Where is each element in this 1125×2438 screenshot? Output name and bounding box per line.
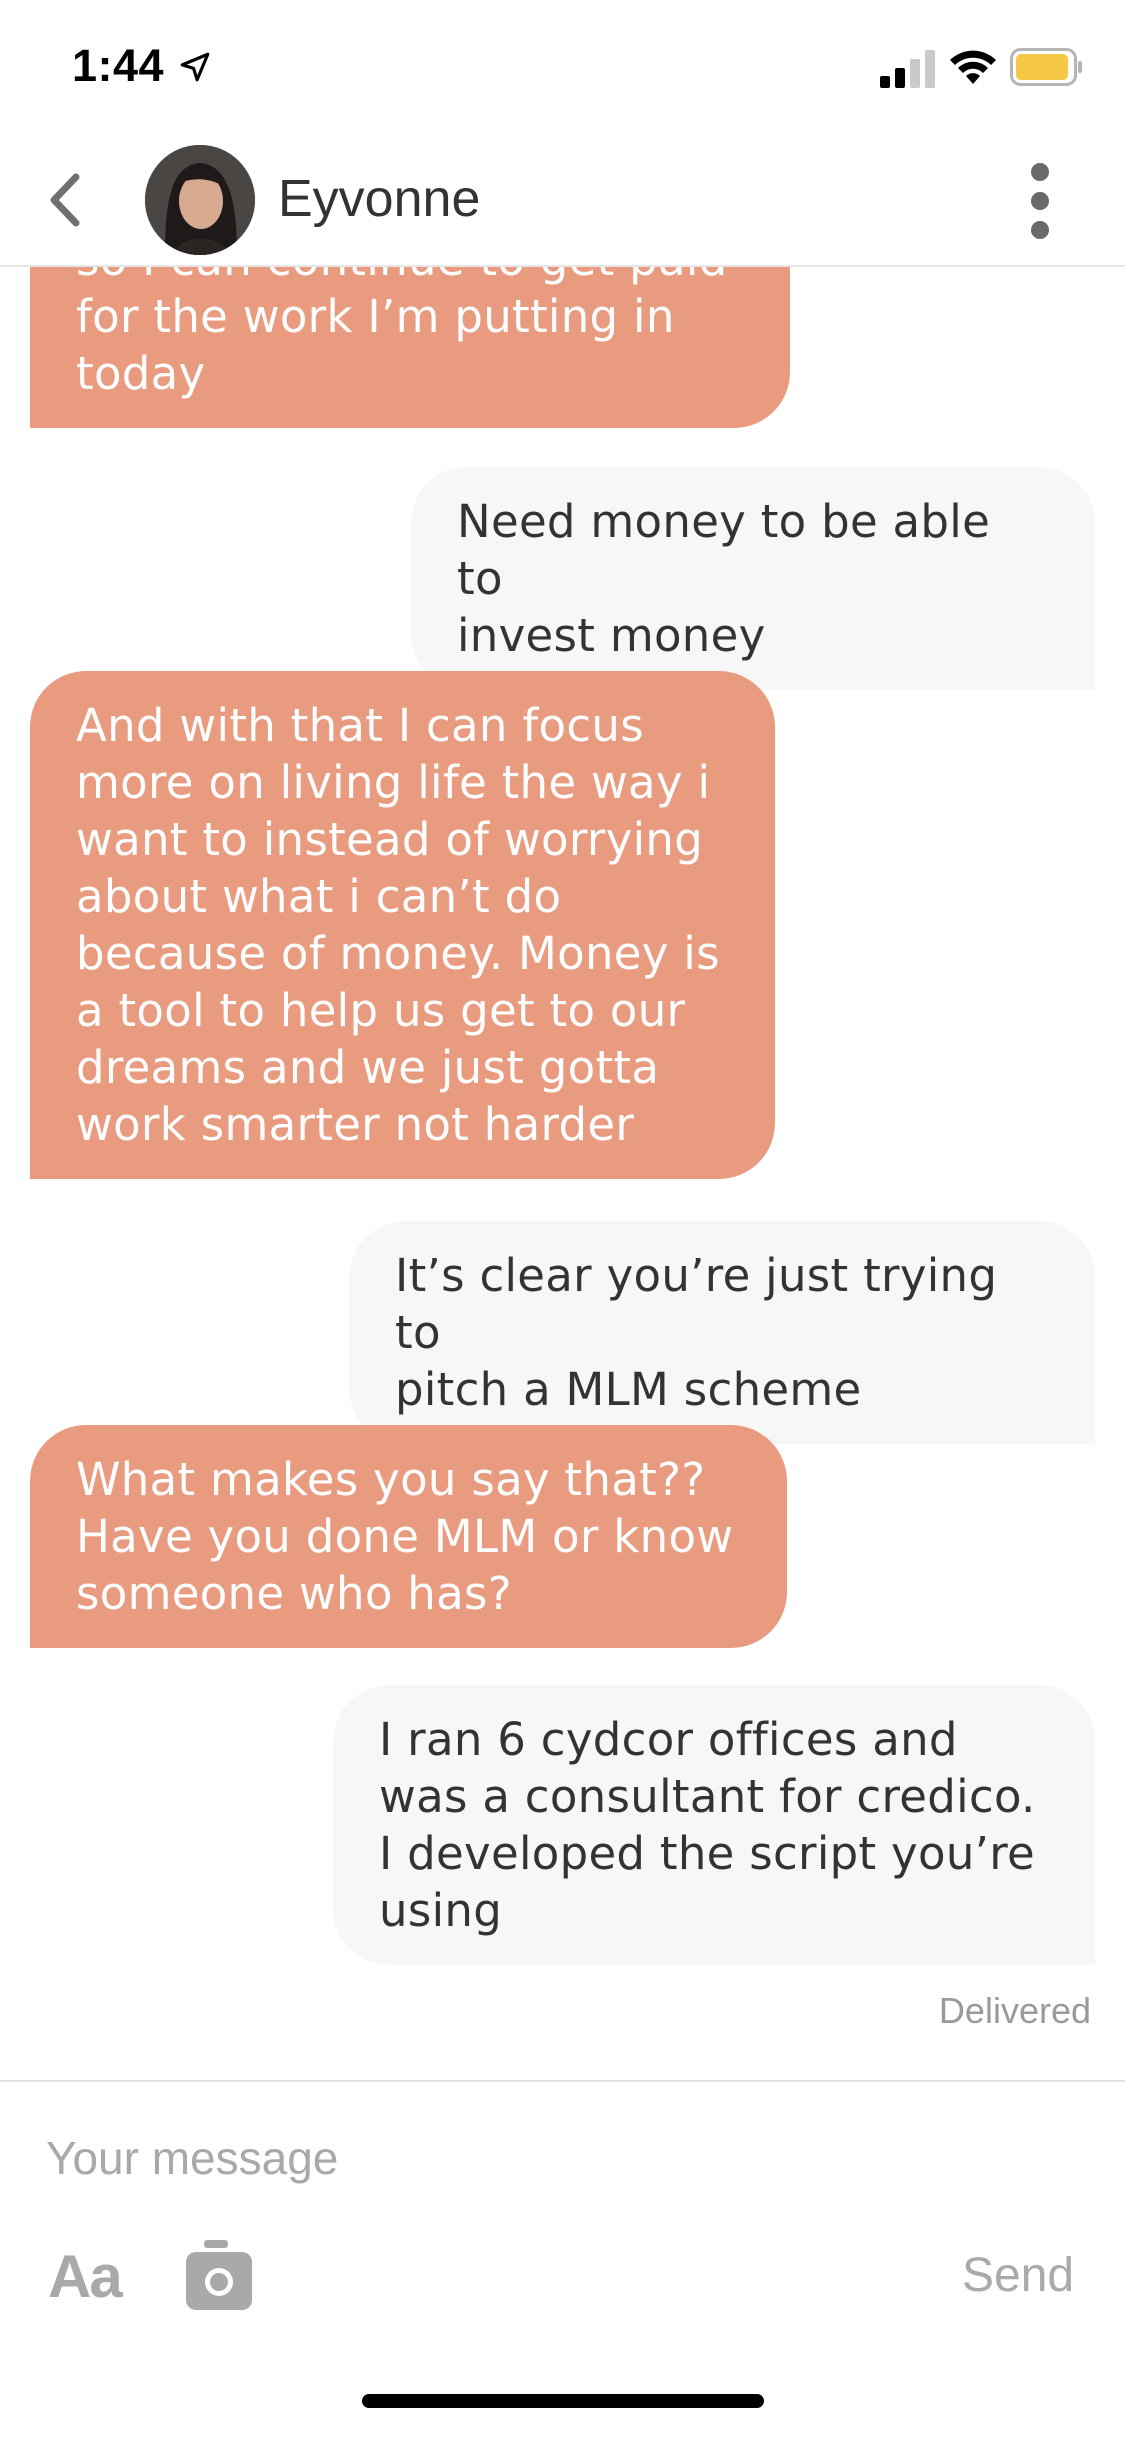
- avatar[interactable]: [145, 145, 255, 255]
- message-bubble-outgoing: I ran 6 cydcor offices and was a consult…: [333, 1685, 1095, 1965]
- font-style-button[interactable]: Aa: [48, 2242, 123, 2311]
- camera-icon[interactable]: [184, 2240, 254, 2312]
- message-bubble-outgoing: It’s clear you’re just trying to pitch a…: [349, 1221, 1095, 1444]
- more-vertical-icon[interactable]: [1020, 163, 1060, 239]
- chevron-left-icon[interactable]: [40, 165, 90, 235]
- message-bubble-incoming: so I can continue to get paid for the wo…: [30, 265, 790, 428]
- message-bubble-incoming: What makes you say that?? Have you done …: [30, 1425, 787, 1648]
- delivery-status: Delivered: [938, 1990, 1091, 2031]
- cellular-signal-icon: [880, 50, 935, 88]
- message-bubble-outgoing: Need money to be able to invest money: [411, 467, 1095, 690]
- message-composer: Aa Send: [0, 2080, 1125, 2438]
- status-bar: 1:44: [0, 0, 1125, 135]
- status-time: 1:44: [72, 40, 165, 91]
- chat-header: Eyvonne: [0, 135, 1125, 267]
- location-arrow-icon: [180, 52, 210, 82]
- send-button[interactable]: Send: [962, 2248, 1074, 2303]
- battery-icon: [1010, 48, 1082, 86]
- home-indicator[interactable]: [362, 2394, 764, 2408]
- message-input[interactable]: [44, 2122, 1078, 2194]
- message-list[interactable]: so I can continue to get paid for the wo…: [0, 265, 1125, 2080]
- message-bubble-incoming: And with that I can focus more on living…: [30, 671, 775, 1179]
- contact-name[interactable]: Eyvonne: [278, 169, 480, 229]
- avatar-photo: [145, 145, 255, 255]
- wifi-icon: [950, 50, 996, 84]
